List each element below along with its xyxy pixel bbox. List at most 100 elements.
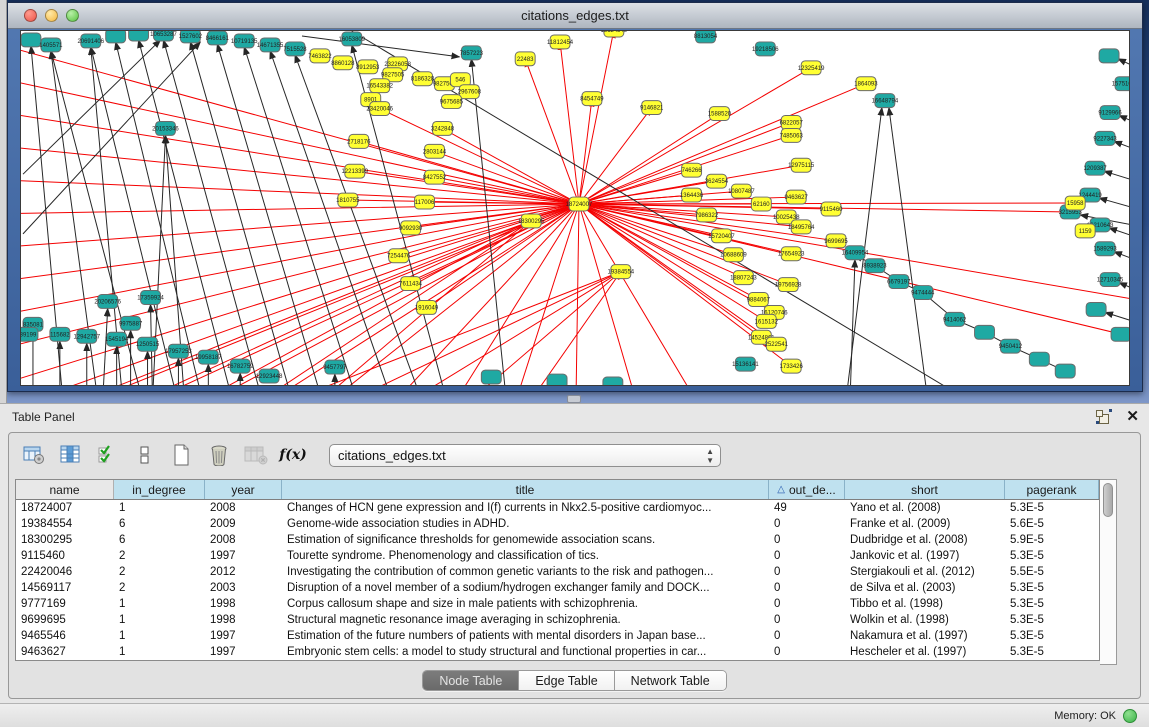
network-node[interactable]: 8466161	[206, 31, 230, 45]
network-node[interactable]: 12923448	[256, 369, 283, 383]
network-node[interactable]: 16409954	[842, 246, 869, 260]
network-node[interactable]: 9092930	[399, 221, 423, 235]
network-node[interactable]: 2522541	[765, 337, 789, 351]
network-node[interactable]: 7986322	[695, 208, 719, 222]
network-node[interactable]: 12975115	[788, 158, 815, 172]
network-node[interactable]: 8813054	[694, 31, 718, 43]
network-node[interactable]: 15958	[1065, 196, 1085, 210]
network-node[interactable]: 19958187	[195, 350, 222, 364]
network-node[interactable]: 10719135	[231, 34, 258, 48]
network-node[interactable]: 6822057	[780, 116, 804, 130]
network-node[interactable]: 7254476	[387, 249, 411, 263]
network-node[interactable]: 16053809	[339, 32, 366, 46]
network-node[interactable]: 1864093	[854, 77, 878, 91]
network-node[interactable]: 15136141	[732, 357, 759, 371]
table-row[interactable]: 1456911722003Disruption of a novel membe…	[16, 580, 1099, 596]
column-header-indegree[interactable]: in_degree	[114, 480, 205, 499]
table-row[interactable]: 1872400712008Changes of HCN gene express…	[16, 500, 1099, 516]
network-node[interactable]: 15751074	[1112, 77, 1129, 91]
table-row[interactable]: 946554611997Estimation of the future num…	[16, 628, 1099, 644]
network-node[interactable]: 3242848	[431, 121, 455, 135]
scrollbar-thumb[interactable]	[1103, 483, 1113, 517]
network-node[interactable]: 9414062	[943, 312, 967, 326]
tab-network-table[interactable]: Network Table	[615, 671, 726, 690]
table-row[interactable]: 2242004622012Investigating the contribut…	[16, 564, 1099, 580]
network-node[interactable]: 1916049	[415, 300, 439, 314]
row-options-icon[interactable]	[132, 443, 158, 467]
column-header-title[interactable]: title	[282, 480, 769, 499]
network-window-titlebar[interactable]: citations_edges.txt	[8, 3, 1142, 29]
table-row[interactable]: 1830029562008Estimation of significance …	[16, 532, 1099, 548]
network-node[interactable]: 11812454	[547, 35, 574, 49]
network-node[interactable]: 17654923	[778, 247, 805, 261]
float-window-icon[interactable]	[1096, 409, 1112, 425]
network-node[interactable]: 1545194	[105, 332, 129, 346]
network-node[interactable]: 10807487	[728, 184, 755, 198]
network-node[interactable]: 19384554	[608, 265, 635, 279]
create-column-icon[interactable]	[169, 443, 195, 467]
table-row[interactable]: 911546021997Tourette syndrome. Phenomeno…	[16, 548, 1099, 564]
delete-column-trash-icon[interactable]	[206, 443, 232, 467]
network-node[interactable]: 9146821	[640, 101, 664, 115]
network-node[interactable]: 19756928	[775, 278, 802, 292]
network-node[interactable]: 1250515	[136, 337, 160, 351]
network-node[interactable]: 15124549	[601, 31, 628, 37]
close-panel-icon[interactable]: ✕	[1126, 409, 1139, 425]
network-node[interactable]: 3624554	[705, 174, 729, 188]
column-header-short[interactable]: short	[845, 480, 1005, 499]
network-node[interactable]: 1405571	[39, 38, 63, 52]
network-node[interactable]: 2803144	[423, 144, 447, 158]
column-header-name[interactable]: name	[16, 480, 114, 499]
table-row[interactable]: 1938455462009Genome-wide association stu…	[16, 516, 1099, 532]
tab-node-table[interactable]: Node Table	[423, 671, 519, 690]
network-node[interactable]	[1111, 327, 1129, 341]
network-node[interactable]: 1527602	[179, 31, 203, 43]
network-node[interactable]: 23420046	[366, 102, 393, 116]
network-node[interactable]: 9884067	[747, 293, 771, 307]
network-node[interactable]: 18724007	[566, 197, 593, 211]
network-node[interactable]: 9227343	[1093, 131, 1117, 145]
network-node[interactable]: 17957253	[165, 344, 192, 358]
network-node[interactable]: 15720407	[708, 229, 735, 243]
network-node[interactable]: 1159	[1075, 224, 1095, 238]
network-node[interactable]: 9975887	[119, 316, 143, 330]
zoom-window-icon[interactable]	[66, 9, 79, 22]
column-header-pagerank[interactable]: pagerank	[1005, 480, 1099, 499]
network-node[interactable]	[1055, 364, 1075, 378]
network-node[interactable]: 1588520	[708, 107, 732, 121]
show-columns-icon[interactable]	[58, 443, 84, 467]
network-node[interactable]: 12942757	[73, 329, 100, 343]
network-node[interactable]	[1086, 302, 1106, 316]
network-node[interactable]: 2718176	[347, 134, 371, 148]
network-node[interactable]: 9129966	[1098, 106, 1122, 120]
network-node[interactable]	[547, 374, 567, 385]
network-node[interactable]	[21, 33, 41, 47]
network-canvas[interactable]: 1405571206914061065328715276028466161107…	[20, 30, 1130, 386]
table-row[interactable]: 946362711997Embryonic stem cells: a mode…	[16, 644, 1099, 660]
network-node[interactable]: 7611434	[399, 277, 422, 291]
network-node[interactable]: 8427552	[423, 170, 447, 184]
table-settings-icon[interactable]	[21, 443, 47, 467]
network-node[interactable]: 39199	[21, 327, 38, 341]
network-node[interactable]: 8938923	[863, 259, 887, 273]
network-node[interactable]: 18807243	[730, 271, 757, 285]
network-node[interactable]: 1589293	[1093, 242, 1117, 256]
network-node[interactable]: 19218506	[752, 42, 779, 56]
network-node[interactable]: 1615132	[755, 314, 779, 328]
split-pane-divider-handle[interactable]	[567, 395, 581, 403]
select-rows-checks-icon[interactable]	[95, 443, 121, 467]
network-node[interactable]: 8912953	[356, 60, 380, 74]
network-node[interactable]	[603, 377, 623, 385]
network-node[interactable]: 117006	[415, 195, 435, 209]
network-node[interactable]: 62160	[751, 197, 771, 211]
network-node[interactable]: 7463822	[308, 49, 332, 63]
network-node[interactable]: 7485063	[780, 128, 804, 142]
close-window-icon[interactable]	[24, 9, 37, 22]
network-node[interactable]: 7515528	[283, 42, 307, 56]
network-node[interactable]: 16648794	[872, 94, 899, 108]
network-node[interactable]: 20153346	[152, 121, 179, 135]
network-node[interactable]: 18495764	[788, 220, 815, 234]
network-window[interactable]: citations_edges.txt 14055712069140610653…	[7, 2, 1143, 392]
network-node[interactable]: 1364436	[680, 188, 704, 202]
network-node[interactable]: 20206576	[94, 295, 121, 309]
